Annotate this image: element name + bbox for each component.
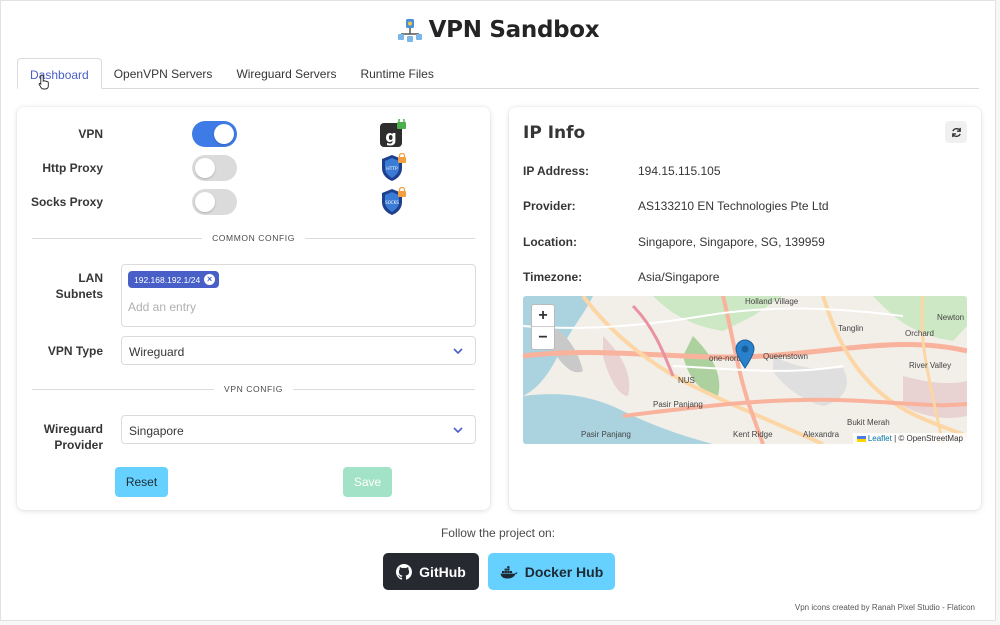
ip-info-card: IP Info IP Address: 194.15.115.105 Provi… [509,107,981,510]
wireguard-provider-label-line1: Wireguard [43,422,103,436]
tab-openvpn-servers[interactable]: OpenVPN Servers [102,58,225,89]
docker-icon [500,565,518,578]
chevron-down-icon [453,427,463,434]
socks-proxy-switch[interactable] [192,189,237,215]
vpn-type-label: VPN Type [47,344,103,358]
location-value: Singapore, Singapore, SG, 139959 [638,235,825,249]
app-page: VPN Sandbox Dashboard OpenVPN Servers Wi… [0,0,996,621]
follow-text: Follow the project on: [440,526,556,540]
socks-shield-locked-icon: SOCKS [382,187,406,215]
map-zoom-control: + − [531,304,555,350]
vpn-locked-icon: g [380,119,406,147]
wireguard-provider-label: Wireguard Provider [33,421,103,453]
vpn-type-value: Wireguard [129,345,185,359]
vpn-toggle-row: VPN g [17,119,490,148]
hand-cursor-icon [38,74,49,90]
ukraine-flag-icon [856,435,866,442]
http-shield-locked-icon: HTTP [382,153,406,181]
timezone-key: Timezone: [523,270,583,284]
tab-runtime-files[interactable]: Runtime Files [348,58,445,89]
lan-subnets-placeholder[interactable]: Add an entry [128,300,196,314]
lan-subnets-taginput[interactable]: 192.168.192.1/24 × Add an entry [121,264,476,327]
ip-address-value: 194.15.115.105 [638,164,721,178]
chevron-down-icon [453,348,463,355]
http-proxy-switch[interactable] [192,155,237,181]
map-label-pasir-panjang-port: Pasir Panjang [581,430,631,439]
vpn-switch[interactable] [192,121,237,147]
vpn-config-heading: VPN CONFIG [224,384,283,394]
leaflet-link[interactable]: Leaflet [868,434,892,443]
map-label-orchard: Orchard [905,329,934,338]
map-label-nus: NUS [678,376,695,385]
map-label-river-valley: River Valley [909,361,952,370]
tab-dashboard[interactable]: Dashboard [17,58,102,89]
map-label-holland-village: Holland Village [745,297,799,306]
vpn-type-select[interactable]: Wireguard [121,336,476,365]
provider-key: Provider: [523,199,576,213]
refresh-button[interactable] [945,121,967,143]
tab-wireguard-servers[interactable]: Wireguard Servers [224,58,348,89]
wireguard-provider-label-line2: Provider [54,438,103,452]
docker-hub-label: Docker Hub [524,563,604,580]
map-label-newton: Newton [937,313,965,322]
github-icon [396,563,413,580]
map-label-alexandra: Alexandra [803,430,840,439]
lan-subnet-tag-text: 192.168.192.1/24 [134,274,201,285]
osm-attribution-text: | © OpenStreetMap [894,434,963,443]
svg-text:SOCKS: SOCKS [385,200,399,205]
svg-text:HTTP: HTTP [386,166,398,172]
common-config-heading: COMMON CONFIG [212,233,295,243]
http-proxy-toggle-row: Http Proxy HTTP [17,153,490,182]
map-label-queenstown: Queenstown [763,352,808,361]
github-button[interactable]: GitHub [383,553,479,590]
wireguard-provider-value: Singapore [129,424,184,438]
lan-subnets-label: LAN Subnets [55,271,103,301]
docker-hub-button[interactable]: Docker Hub [488,553,615,590]
save-button[interactable]: Save [343,467,392,497]
vpn-network-logo-icon [397,19,422,42]
provider-value: AS133210 EN Technologies Pte Ltd [638,199,829,213]
common-config-divider: COMMON CONFIG [32,232,476,244]
timezone-value: Asia/Singapore [638,270,720,284]
map-label-kent-ridge: Kent Ridge [733,430,773,439]
vpn-toggle-label: VPN [78,127,103,141]
icon-credits: Vpn icons created by Ranah Pixel Studio … [794,603,975,612]
wireguard-provider-select[interactable]: Singapore [121,415,476,444]
svg-text:g: g [385,127,396,146]
http-proxy-toggle-label: Http Proxy [42,161,103,175]
location-key: Location: [523,235,577,249]
map-tiles [523,296,967,444]
github-label: GitHub [419,563,466,580]
location-marker-icon[interactable] [735,339,755,369]
socks-proxy-toggle-label: Socks Proxy [30,195,103,209]
zoom-out-button[interactable]: − [532,327,554,349]
refresh-icon [951,127,961,137]
ip-info-title: IP Info [523,123,586,143]
map-attribution: Leaflet | © OpenStreetMap [852,433,967,444]
reset-button[interactable]: Reset [115,467,168,497]
map-label-pasir-panjang: Pasir Panjang [653,400,703,409]
vpn-config-divider: VPN CONFIG [32,383,475,395]
location-map[interactable]: Holland Village Tanglin Orchard Newton R… [523,296,967,444]
app-title: VPN Sandbox [428,17,600,43]
zoom-in-button[interactable]: + [532,305,554,327]
header: VPN Sandbox [1,17,995,43]
settings-card: VPN g Http Proxy HTTP Socks Proxy SOCKS … [17,107,490,510]
lan-subnet-tag: 192.168.192.1/24 × [128,271,220,288]
map-label-tanglin: Tanglin [838,324,864,333]
ip-address-key: IP Address: [523,164,590,178]
socks-proxy-toggle-row: Socks Proxy SOCKS [17,187,490,216]
map-label-bukit-merah: Bukit Merah [847,418,890,427]
tab-bar: Dashboard OpenVPN Servers Wireguard Serv… [17,58,979,89]
remove-tag-icon[interactable]: × [204,274,216,285]
